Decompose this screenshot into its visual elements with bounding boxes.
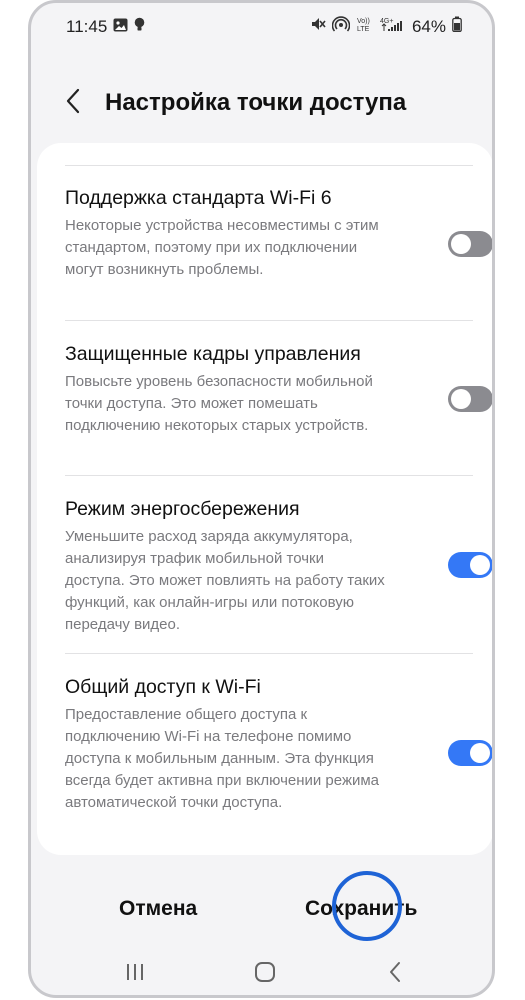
home-button[interactable] [245, 959, 285, 989]
back-button[interactable] [55, 83, 91, 123]
page-title: Настройка точки доступа [105, 89, 407, 116]
home-icon [254, 961, 276, 988]
mute-icon [310, 16, 326, 37]
svg-text:4G+: 4G+ [380, 18, 393, 25]
chevron-left-icon [65, 88, 81, 119]
volte-icon: Vo)) LTE [356, 16, 374, 37]
setting-title: Режим энергосбережения [65, 498, 300, 520]
action-bar: Отмена Сохранить [31, 893, 492, 933]
status-time: 11:45 [66, 17, 108, 36]
toggle-knob [470, 555, 490, 575]
divider [65, 475, 473, 476]
divider [65, 653, 473, 654]
status-right: Vo)) LTE 4G+ 64% [310, 16, 462, 37]
save-button[interactable]: Сохранить [305, 897, 417, 921]
toggle-knob [451, 234, 471, 254]
image-icon [113, 18, 128, 37]
settings-card: Поддержка стандарта Wi-Fi 6 Некоторые ус… [37, 143, 492, 855]
divider [65, 320, 473, 321]
setting-wifi-sharing[interactable]: Общий доступ к Wi-Fi Предоставление обще… [65, 674, 492, 814]
status-bar: 11:45 Vo)) LTE 4G+ 64% [31, 3, 492, 51]
phone-frame: 11:45 Vo)) LTE 4G+ 64% Настройка точки д… [28, 0, 495, 998]
bulb-icon [134, 17, 145, 37]
hotspot-icon [331, 16, 351, 37]
setting-title: Поддержка стандарта Wi-Fi 6 [65, 187, 332, 209]
toggle-knob [470, 743, 490, 763]
battery-percent: 64% [411, 16, 446, 36]
setting-power-saving[interactable]: Режим энергосбережения Уменьшите расход … [65, 496, 492, 636]
setting-description: Некоторые устройства несовместимы с этим… [65, 217, 379, 278]
recent-apps-icon [124, 962, 146, 987]
svg-text:LTE: LTE [357, 26, 370, 32]
divider [65, 165, 473, 166]
recent-apps-button[interactable] [115, 959, 155, 989]
setting-protected-frames[interactable]: Защищенные кадры управления Повысьте уро… [65, 341, 492, 437]
svg-text:Vo)): Vo)) [357, 18, 370, 25]
setting-description: Уменьшите расход заряда аккумулятора, ан… [65, 528, 385, 633]
power-saving-toggle[interactable] [448, 552, 492, 578]
nav-back-button[interactable] [375, 959, 415, 989]
navigation-bar [31, 951, 492, 995]
wifi-sharing-toggle[interactable] [448, 740, 492, 766]
wifi6-toggle[interactable] [448, 231, 492, 257]
status-left-icons [113, 17, 145, 37]
setting-wifi6[interactable]: Поддержка стандарта Wi-Fi 6 Некоторые ус… [65, 185, 492, 281]
battery-icon [452, 16, 462, 37]
protected-frames-toggle[interactable] [448, 386, 492, 412]
setting-title: Общий доступ к Wi-Fi [65, 676, 261, 698]
setting-title: Защищенные кадры управления [65, 343, 361, 365]
cancel-button[interactable]: Отмена [119, 897, 197, 921]
back-icon [388, 961, 402, 988]
setting-description: Предоставление общего доступа к подключе… [65, 706, 380, 811]
toggle-knob [451, 389, 471, 409]
setting-description: Повысьте уровень безопасности мобильной … [65, 373, 373, 434]
header: Настройка точки доступа [31, 77, 492, 129]
signal-4g-icon: 4G+ [380, 16, 406, 37]
